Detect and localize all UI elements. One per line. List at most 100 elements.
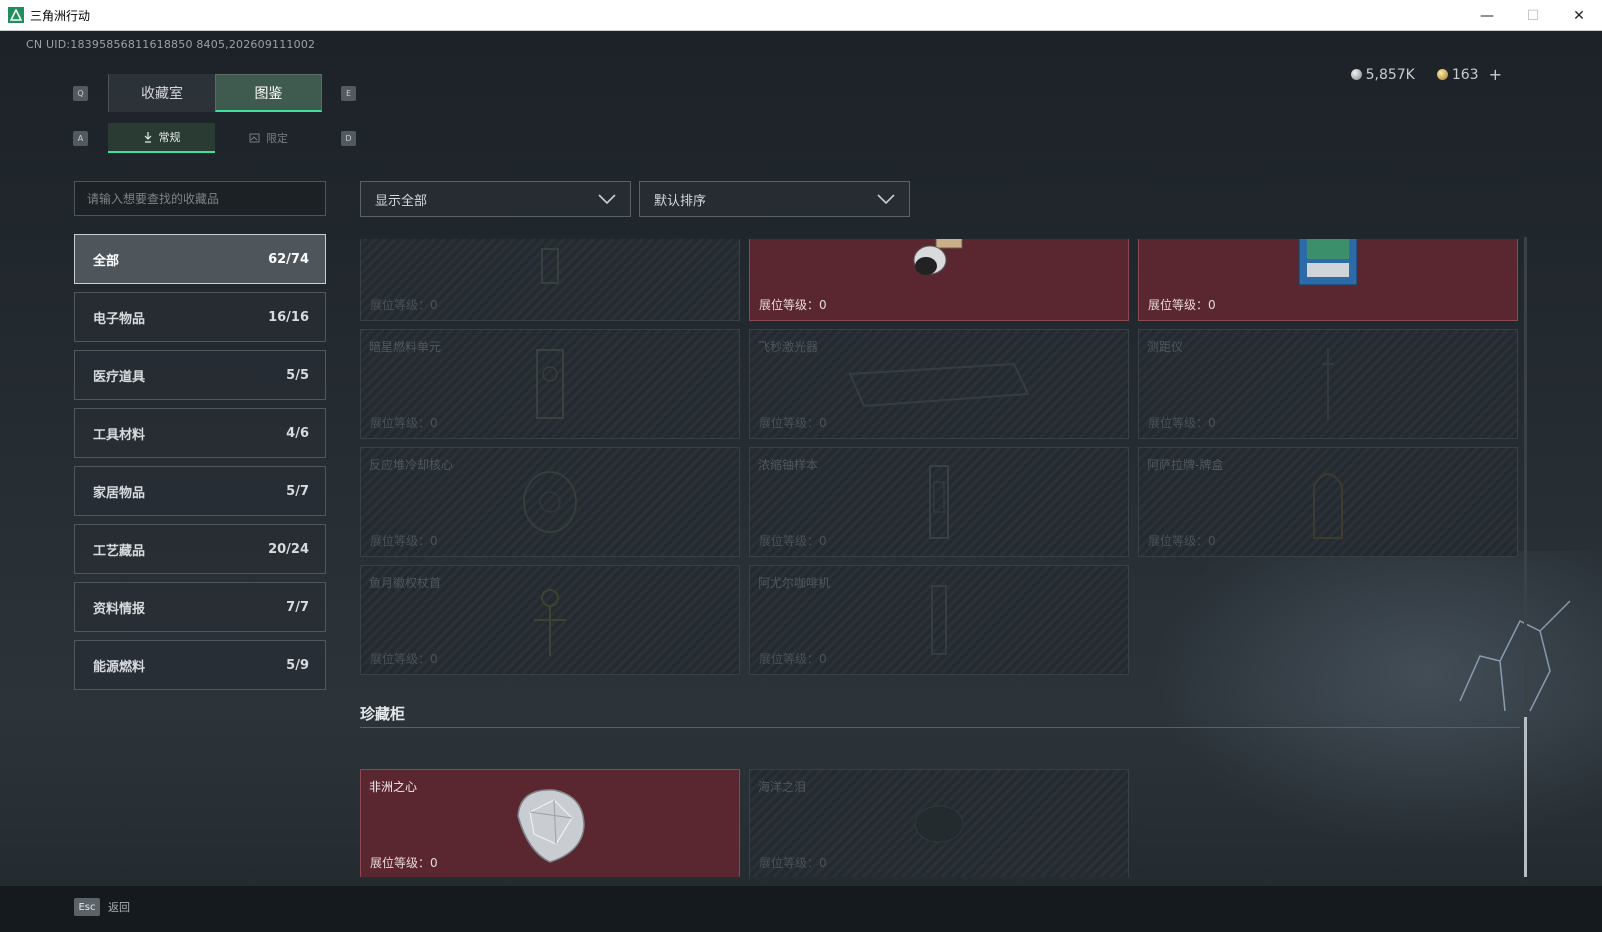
card-name: 测距仪 [1147,340,1184,354]
chevron-down-icon [598,194,616,204]
category-label: 医疗道具 [93,369,146,385]
card-level: 展位等级：0 [370,416,438,430]
card-name: 反应堆冷却核心 [369,458,454,472]
collection-card[interactable]: 阿萨拉牌-牌盒 展位等级：0 [1138,447,1518,557]
collection-card[interactable]: 反应堆冷却核心 展位等级：0 [360,447,740,557]
search-input[interactable] [87,191,313,206]
category-count: 5/5 [286,367,309,383]
search-box[interactable] [74,181,326,216]
circuit-box-icon [1298,239,1358,286]
add-currency-button[interactable]: + [1489,65,1502,84]
collection-card[interactable]: 展位等级：0 [360,239,740,321]
esc-key: Esc [74,898,100,916]
laser-icon [848,362,1030,408]
card-level: 展位等级：0 [1148,298,1216,312]
key-hint-q: Q [73,86,88,101]
reactor-core-icon [523,471,577,533]
card-name: 海洋之泪 [758,780,807,794]
category-home[interactable]: 家居物品 5/7 [74,466,326,516]
treasure-section-title: 珍藏柜 [360,705,406,723]
fuel-icon [541,248,559,284]
gold-coin-icon [1436,69,1448,80]
category-count: 4/6 [286,425,309,441]
tab-limited[interactable]: 限定 [215,123,322,153]
filter-dropdown-value: 显示全部 [375,193,428,209]
category-label: 家居物品 [93,485,146,501]
collection-card[interactable]: 鱼月徽权杖首 展位等级：0 [360,565,740,675]
category-all[interactable]: 全部 62/74 [74,234,326,284]
category-count: 16/16 [268,309,309,325]
collection-grid: 展位等级：0 展位等级：0 展位等级：0 暗星燃料单元 展位等级：0 飞秒激光器… [360,239,1520,877]
silver-currency: 5,857K [1350,65,1415,84]
card-name: 浓缩铀样本 [758,458,819,472]
minimize-button[interactable]: — [1464,0,1510,31]
fuel-cell-icon [536,349,564,419]
currency-bar: 5,857K 163 + [1350,65,1502,84]
gold-currency: 163 + [1436,65,1502,84]
collection-card[interactable]: 测距仪 展位等级：0 [1138,329,1518,439]
filter-dropdown[interactable]: 显示全部 [360,181,631,217]
category-list: 全部 62/74 电子物品 16/16 医疗道具 5/5 工具材料 4/6 家居… [74,234,326,698]
app-logo-icon [8,7,24,23]
category-intel[interactable]: 资料情报 7/7 [74,582,326,632]
card-name: 飞秒激光器 [758,340,819,354]
card-name: 鱼月徽权杖首 [369,576,442,590]
sort-dropdown-value: 默认排序 [654,193,707,209]
card-level: 展位等级：0 [370,298,438,312]
category-energy[interactable]: 能源燃料 5/9 [74,640,326,690]
chevron-down-icon [877,194,895,204]
user-uid: CN UID:18395856811618850 8405,2026091110… [26,38,316,51]
silver-coin-icon [1350,69,1362,80]
category-count: 20/24 [268,541,309,557]
category-label: 工具材料 [93,427,146,443]
collection-card[interactable]: 暗星燃料单元 展位等级：0 [360,329,740,439]
tab-regular-label: 常规 [158,131,181,144]
category-label: 能源燃料 [93,659,146,675]
card-name: 阿尤尔咖啡机 [758,576,831,590]
collection-card[interactable]: 展位等级：0 [1138,239,1518,321]
card-level: 展位等级：0 [759,416,827,430]
collection-card[interactable]: 展位等级：0 [749,239,1129,321]
category-label: 电子物品 [93,311,146,327]
sub-tabs: 常规 限定 [108,123,322,153]
sort-dropdown[interactable]: 默认排序 [639,181,910,217]
back-button[interactable]: Esc 返回 [74,898,130,916]
card-level: 展位等级：0 [759,856,827,870]
section-divider [360,727,1520,728]
category-medical[interactable]: 医疗道具 5/5 [74,350,326,400]
regular-icon [144,132,151,143]
collection-card[interactable]: 阿尤尔咖啡机 展位等级：0 [749,565,1129,675]
card-level: 展位等级：0 [370,534,438,548]
key-hint-a: A [73,131,88,146]
bottom-bar: Esc 返回 [0,886,1602,932]
category-label: 资料情报 [93,601,146,617]
maximize-button[interactable]: ☐ [1510,0,1556,31]
tab-catalog[interactable]: 图鉴 [215,74,322,112]
card-level: 展位等级：0 [370,652,438,666]
gem-icon [914,805,964,843]
scrollbar-thumb[interactable] [1524,717,1527,877]
close-button[interactable]: ✕ [1556,0,1602,31]
back-label: 返回 [108,901,130,914]
key-hint-d: D [341,131,356,146]
card-name: 暗星燃料单元 [369,340,442,354]
window-titlebar: 三角洲行动 — ☐ ✕ [0,0,1602,31]
tab-collection-room[interactable]: 收藏室 [108,74,215,112]
limited-icon [249,133,260,143]
main-tabs: 收藏室 图鉴 [108,74,322,112]
treasure-card[interactable]: 海洋之泪 展位等级：0 [749,769,1129,877]
category-tools[interactable]: 工具材料 4/6 [74,408,326,458]
collection-card[interactable]: 浓缩铀样本 展位等级：0 [749,447,1129,557]
diamond-icon [517,789,585,863]
collection-card[interactable]: 飞秒激光器 展位等级：0 [749,329,1129,439]
treasure-card[interactable]: 非洲之心 展位等级：0 [360,769,740,877]
silver-amount: 5,857K [1365,66,1415,83]
category-crafts[interactable]: 工艺藏品 20/24 [74,524,326,574]
category-count: 5/7 [286,483,309,499]
tab-regular[interactable]: 常规 [108,123,215,153]
category-electronics[interactable]: 电子物品 16/16 [74,292,326,342]
tab-limited-label: 限定 [266,132,288,145]
card-level: 展位等级：0 [759,298,827,312]
card-level: 展位等级：0 [759,652,827,666]
card-level: 展位等级：0 [1148,416,1216,430]
